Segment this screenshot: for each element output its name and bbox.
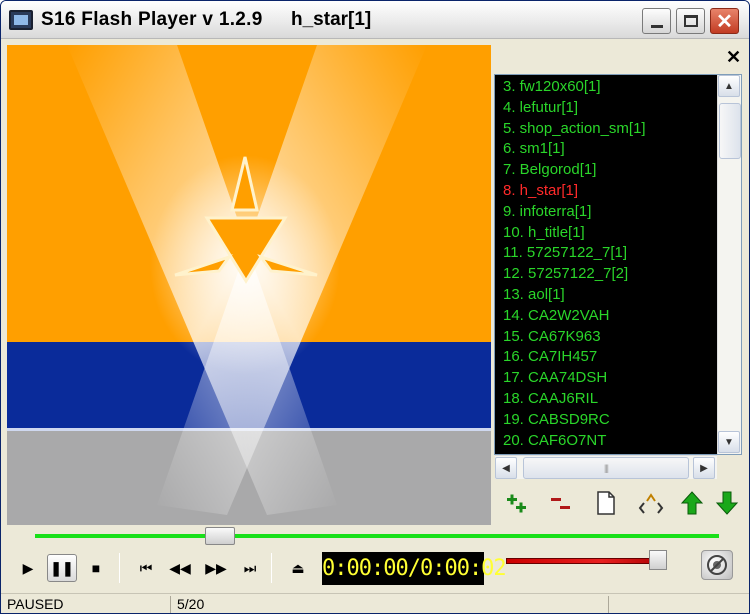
list-item[interactable]: 6. sm1[1] <box>503 139 646 160</box>
playlist-vertical-scrollbar[interactable]: ▲ ▼ <box>717 75 741 454</box>
list-item[interactable]: 12. 57257122_7[2] <box>503 264 646 285</box>
scroll-down-button[interactable]: ▼ <box>718 431 740 453</box>
shuffle-button[interactable] <box>637 489 665 517</box>
current-file-title: h_star[1] <box>291 9 372 30</box>
list-item[interactable]: 9. infoterra[1] <box>503 202 646 223</box>
new-file-icon <box>597 491 615 515</box>
stop-button[interactable]: ■ <box>81 554 111 582</box>
remove-button[interactable] <box>547 489 575 517</box>
new-playlist-button[interactable] <box>592 489 620 517</box>
shuffle-icon <box>638 493 664 514</box>
pause-button[interactable]: ❚❚ <box>47 554 77 582</box>
open-file-button[interactable]: ⏏ <box>283 554 313 582</box>
move-down-button[interactable] <box>713 489 741 517</box>
play-icon: ▶ <box>22 559 34 576</box>
volume-thumb[interactable] <box>649 550 667 570</box>
scroll-up-button[interactable]: ▲ <box>718 75 740 97</box>
add-button[interactable] <box>503 489 531 517</box>
arrow-left-icon: ◀ <box>502 462 510 474</box>
list-item-active[interactable]: 8. h_star[1] <box>503 181 646 202</box>
arrow-right-icon: ▶ <box>700 462 708 474</box>
list-item[interactable]: 3. fw120x60[1] <box>503 77 646 98</box>
list-item[interactable]: 18. CAAJ6RIL <box>503 389 646 410</box>
playlist-close-button[interactable]: ✕ <box>726 47 741 68</box>
list-item[interactable]: 14. CA2W2VAH <box>503 306 646 327</box>
status-position: 5/20 <box>171 596 609 613</box>
list-item[interactable]: 20. CAF6O7NT <box>503 431 646 452</box>
status-extra <box>609 596 749 613</box>
close-icon: ✕ <box>716 10 733 33</box>
seek-bar[interactable] <box>35 534 719 538</box>
eject-icon: ⏏ <box>291 559 305 576</box>
list-item[interactable]: 7. Belgorod[1] <box>503 160 646 181</box>
status-bar: PAUSED 5/20 <box>1 593 749 613</box>
player-window: S16 Flash Player v 1.2.9 h_star[1] ✕ ✕ 3… <box>0 0 750 614</box>
list-item[interactable]: 13. aol[1] <box>503 285 646 306</box>
speaker-icon <box>707 555 727 575</box>
list-item[interactable]: 11. 57257122_7[1] <box>503 243 646 264</box>
flash-display[interactable] <box>7 45 491 525</box>
close-button[interactable]: ✕ <box>710 8 739 34</box>
fast-forward-icon: ▶▶ <box>205 559 227 576</box>
rewind-icon: ◀◀ <box>169 559 191 576</box>
title-bar[interactable]: S16 Flash Player v 1.2.9 h_star[1] ✕ <box>1 1 749 39</box>
pause-icon: ❚❚ <box>50 559 74 576</box>
list-item[interactable]: 4. lefutur[1] <box>503 98 646 119</box>
star-graphic <box>67 45 427 515</box>
list-item[interactable]: 19. CABSD9RC <box>503 410 646 431</box>
list-item[interactable]: 17. CAA74DSH <box>503 368 646 389</box>
playlist-items: 3. fw120x60[1] 4. lefutur[1] 5. shop_actio… <box>503 77 646 451</box>
stop-icon: ■ <box>91 560 101 576</box>
move-up-button[interactable] <box>678 489 706 517</box>
previous-track-button[interactable]: ⏮ <box>131 554 161 582</box>
app-icon <box>9 10 33 30</box>
list-item[interactable]: 10. h_title[1] <box>503 223 646 244</box>
add-icon <box>507 494 526 513</box>
arrow-down-icon: ▼ <box>724 436 734 448</box>
list-item[interactable]: 16. CA7IH457 <box>503 347 646 368</box>
arrow-up-icon: ▲ <box>724 80 734 92</box>
horizontal-scroll-thumb[interactable]: ||| <box>523 457 689 479</box>
time-display: 0:00:00/0:00:02 <box>322 552 507 585</box>
skip-back-icon: ⏮ <box>139 559 153 576</box>
playlist-horizontal-scrollbar[interactable]: ◀ ||| ▶ <box>495 455 717 479</box>
separator <box>119 553 120 583</box>
volume-slider[interactable] <box>506 558 666 564</box>
list-item[interactable]: 5. shop_action_sm[1] <box>503 119 646 140</box>
scroll-left-button[interactable]: ◀ <box>495 457 517 479</box>
skip-forward-icon: ⏭ <box>243 559 257 576</box>
play-button[interactable]: ▶ <box>13 554 43 582</box>
fast-forward-button[interactable]: ▶▶ <box>201 554 231 582</box>
move-up-icon <box>680 491 704 515</box>
vertical-scroll-thumb[interactable] <box>719 103 741 159</box>
status-state: PAUSED <box>1 596 171 613</box>
mute-button[interactable] <box>701 550 733 580</box>
minimize-icon <box>650 24 663 28</box>
next-track-button[interactable]: ⏭ <box>235 554 265 582</box>
move-down-icon <box>715 491 739 515</box>
window-title: S16 Flash Player v 1.2.9 <box>41 9 263 30</box>
rewind-button[interactable]: ◀◀ <box>165 554 195 582</box>
seek-thumb[interactable] <box>204 527 235 545</box>
list-item[interactable]: 15. CA67K963 <box>503 327 646 348</box>
maximize-icon <box>683 15 698 27</box>
separator <box>271 553 272 583</box>
remove-icon <box>551 498 570 509</box>
minimize-button[interactable] <box>642 8 671 34</box>
scroll-right-button[interactable]: ▶ <box>693 457 715 479</box>
grip-icon: ||| <box>603 463 609 473</box>
playlist[interactable]: 3. fw120x60[1] 4. lefutur[1] 5. shop_actio… <box>494 74 742 455</box>
maximize-button[interactable] <box>676 8 705 34</box>
